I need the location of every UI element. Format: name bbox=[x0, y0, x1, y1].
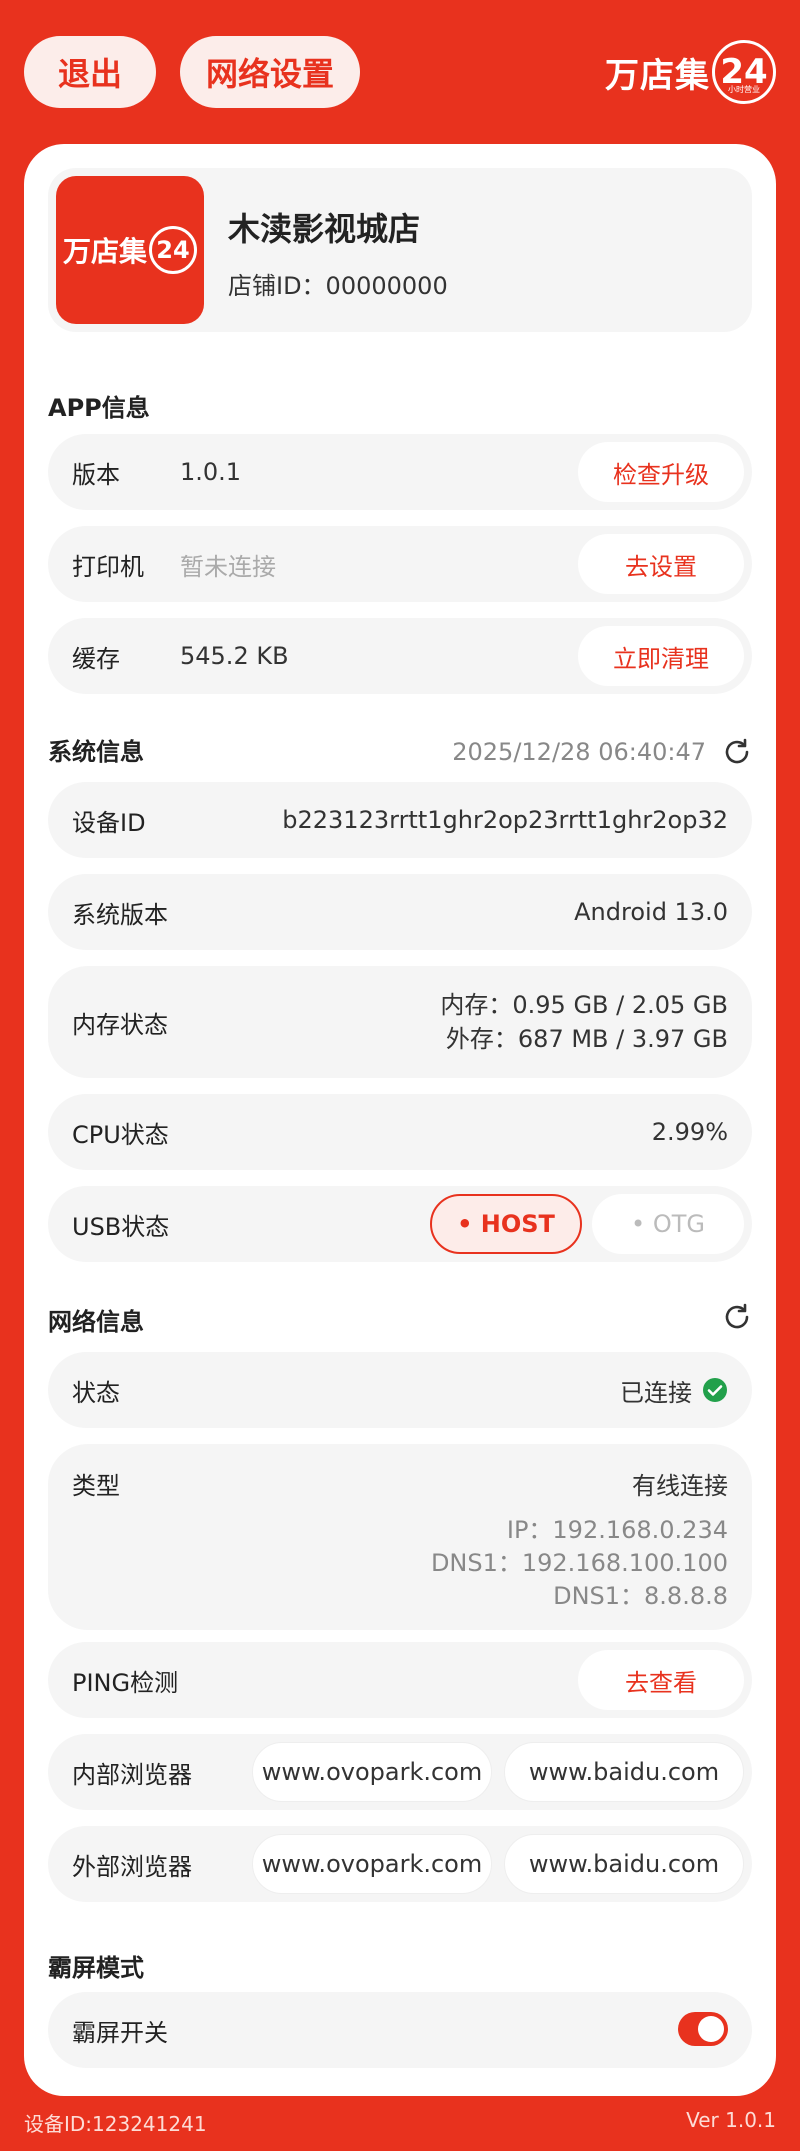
internal-browser-label: 内部浏览器 bbox=[72, 1760, 192, 1789]
ping-view-button[interactable]: 去查看 bbox=[578, 1650, 744, 1710]
internal-url-baidu[interactable]: www.baidu.com bbox=[504, 1742, 744, 1802]
cache-value: 545.2 KB bbox=[180, 642, 289, 670]
kiosk-switch-row: 霸屏开关 bbox=[48, 1992, 752, 2068]
printer-label: 打印机 bbox=[72, 552, 144, 581]
external-url-baidu[interactable]: www.baidu.com bbox=[504, 1834, 744, 1894]
ping-row: PING检测 去查看 bbox=[48, 1642, 752, 1718]
cache-row: 缓存 545.2 KB 立即清理 bbox=[48, 618, 752, 694]
refresh-icon[interactable] bbox=[722, 737, 752, 767]
store-name: 木渎影视城店 bbox=[228, 210, 421, 248]
footer-device-id: 设备ID:123241241 bbox=[24, 2112, 207, 2136]
kiosk-switch-label: 霸屏开关 bbox=[72, 2018, 168, 2047]
brand-logo: 万店集 24 小时营业 bbox=[605, 36, 776, 108]
toggle-knob bbox=[698, 2016, 724, 2042]
store-id: 店铺ID：00000000 bbox=[228, 272, 448, 300]
system-timestamp: 2025/12/28 06:40:47 bbox=[452, 738, 706, 766]
network-settings-button[interactable]: 网络设置 bbox=[180, 36, 360, 108]
network-status-value-wrap: 已连接 bbox=[620, 1352, 728, 1428]
version-row: 版本 1.0.1 检查升级 bbox=[48, 434, 752, 510]
network-addresses: IP：192.168.0.234 DNS1：192.168.100.100 DN… bbox=[431, 1514, 728, 1613]
brand-text: 万店集 bbox=[605, 55, 710, 96]
brand-24-badge: 24 小时营业 bbox=[712, 40, 776, 104]
network-status-value: 已连接 bbox=[620, 1378, 692, 1407]
footer-version: Ver 1.0.1 bbox=[686, 2108, 776, 2132]
top-bar: 退出 网络设置 万店集 24 小时营业 bbox=[0, 0, 800, 140]
network-info-title: 网络信息 bbox=[48, 1308, 144, 1336]
usb-row: USB状态 • HOST • OTG bbox=[48, 1186, 752, 1262]
network-type-box: 类型 有线连接 IP：192.168.0.234 DNS1：192.168.10… bbox=[48, 1444, 752, 1630]
cpu-row: CPU状态 2.99% bbox=[48, 1094, 752, 1170]
usb-host-option[interactable]: • HOST bbox=[430, 1194, 582, 1254]
dns1-address: DNS1：192.168.100.100 bbox=[430, 1549, 728, 1577]
logout-button[interactable]: 退出 bbox=[24, 36, 156, 108]
app-info-title: APP信息 bbox=[48, 394, 150, 422]
cpu-value: 2.99% bbox=[651, 1118, 728, 1146]
store-card: 万店集 24 木渎影视城店 店铺ID：00000000 bbox=[48, 168, 752, 332]
store-logo-number: 24 bbox=[149, 226, 197, 274]
storage-usage: 外存：687 MB / 3.97 GB bbox=[445, 1025, 728, 1053]
store-logo: 万店集 24 bbox=[56, 176, 204, 324]
network-status-label: 状态 bbox=[72, 1378, 120, 1407]
external-browser-row: 外部浏览器 www.ovopark.com www.baidu.com bbox=[48, 1826, 752, 1902]
check-circle-icon bbox=[703, 1378, 727, 1402]
network-status-row: 状态 已连接 bbox=[48, 1352, 752, 1428]
system-timestamp-area: 2025/12/28 06:40:47 bbox=[452, 732, 752, 772]
usb-otg-option[interactable]: • OTG bbox=[592, 1194, 744, 1254]
device-id-label: 设备ID bbox=[72, 808, 146, 837]
printer-row: 打印机 暂未连接 去设置 bbox=[48, 526, 752, 602]
os-version-label: 系统版本 bbox=[72, 900, 168, 929]
printer-value: 暂未连接 bbox=[180, 552, 276, 581]
check-update-button[interactable]: 检查升级 bbox=[578, 442, 744, 502]
settings-card: 万店集 24 木渎影视城店 店铺ID：00000000 APP信息 版本 1.0… bbox=[24, 144, 776, 2096]
system-info-title: 系统信息 bbox=[48, 738, 144, 766]
printer-setup-button[interactable]: 去设置 bbox=[578, 534, 744, 594]
os-version-row: 系统版本 Android 13.0 bbox=[48, 874, 752, 950]
cache-label: 缓存 bbox=[72, 644, 120, 673]
store-logo-text: 万店集 bbox=[62, 235, 147, 268]
kiosk-mode-title: 霸屏模式 bbox=[48, 1954, 144, 1982]
internal-browser-row: 内部浏览器 www.ovopark.com www.baidu.com bbox=[48, 1734, 752, 1810]
memory-row: 内存状态 内存：0.95 GB / 2.05 GB 外存：687 MB / 3.… bbox=[48, 966, 752, 1078]
memory-label: 内存状态 bbox=[72, 1010, 168, 1039]
network-type-value: 有线连接 bbox=[632, 1472, 728, 1500]
brand-subtext: 小时营业 bbox=[728, 85, 760, 94]
network-type-label: 类型 bbox=[72, 1472, 120, 1500]
ram-usage: 内存：0.95 GB / 2.05 GB bbox=[440, 991, 728, 1019]
clear-cache-button[interactable]: 立即清理 bbox=[578, 626, 744, 686]
ip-address: IP：192.168.0.234 bbox=[506, 1516, 728, 1544]
ping-label: PING检测 bbox=[72, 1668, 179, 1697]
device-id-value: b223123rrtt1ghr2op23rrtt1ghr2op32 bbox=[282, 806, 728, 834]
external-browser-label: 外部浏览器 bbox=[72, 1852, 192, 1881]
usb-label: USB状态 bbox=[72, 1212, 170, 1241]
cpu-label: CPU状态 bbox=[72, 1120, 169, 1149]
external-url-ovopark[interactable]: www.ovopark.com bbox=[252, 1834, 492, 1894]
version-value: 1.0.1 bbox=[180, 458, 242, 486]
network-refresh-icon[interactable] bbox=[722, 1302, 752, 1332]
internal-url-ovopark[interactable]: www.ovopark.com bbox=[252, 1742, 492, 1802]
os-version-value: Android 13.0 bbox=[574, 898, 728, 926]
memory-values: 内存：0.95 GB / 2.05 GB 外存：687 MB / 3.97 GB bbox=[440, 988, 728, 1056]
version-label: 版本 bbox=[72, 460, 120, 489]
device-id-row: 设备ID b223123rrtt1ghr2op23rrtt1ghr2op32 bbox=[48, 782, 752, 858]
dns2-address: DNS1：8.8.8.8 bbox=[553, 1582, 728, 1610]
kiosk-toggle[interactable] bbox=[678, 2012, 728, 2046]
